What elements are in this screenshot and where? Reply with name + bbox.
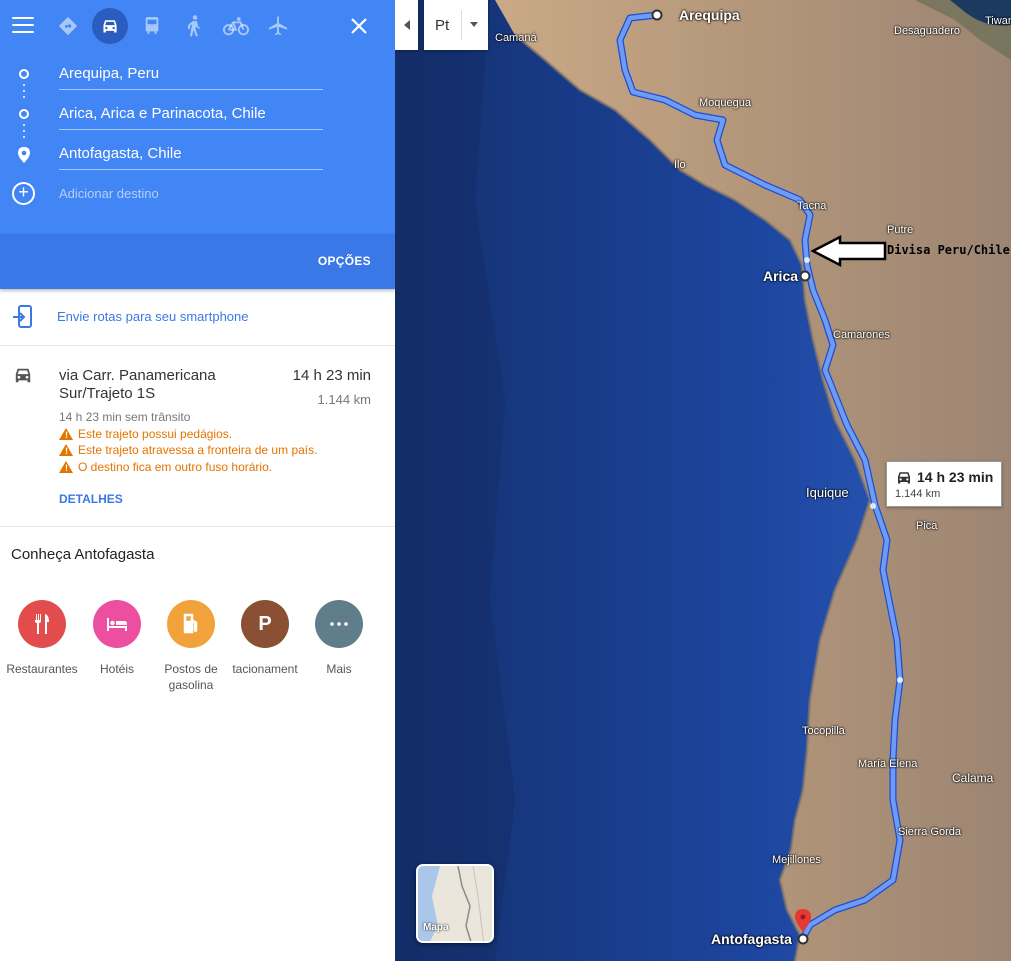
- explore-title: Conheça Antofagasta: [11, 546, 155, 563]
- place-ilo: Ilo: [674, 159, 686, 171]
- place-tacna: Tacna: [797, 200, 827, 212]
- destination-pin-icon: [17, 146, 31, 169]
- route-time: 14 h 23 min: [292, 367, 371, 384]
- chevron-left-icon: [403, 20, 410, 30]
- directions-header: Arequipa, Peru Arica, Arica e Parinacota…: [0, 0, 395, 234]
- route-badge[interactable]: 14 h 23 min 1.144 km: [886, 461, 1002, 507]
- flight-mode-icon[interactable]: [260, 10, 296, 42]
- car-mode-icon[interactable]: [92, 8, 128, 44]
- place-tiwanaku: Tiwan: [985, 15, 1011, 27]
- place-calama: Calama: [952, 771, 994, 785]
- timezone-warning: ! O destino fica em outro fuso horário.: [59, 459, 272, 475]
- origin-input[interactable]: Arequipa, Peru: [59, 64, 323, 90]
- category-more[interactable]: Mais: [299, 600, 379, 677]
- minimap-label: Mapa: [423, 922, 449, 933]
- directions-panel: Arequipa, Peru Arica, Arica e Parinacota…: [0, 0, 395, 961]
- waypoint-dot-icon: [19, 109, 29, 119]
- gas-station-icon: [167, 600, 215, 648]
- close-icon[interactable]: [347, 14, 371, 38]
- border-annotation: Divisa Peru/Chile: [887, 243, 1010, 257]
- map-canvas[interactable]: Pt Arequipa Camaná Desaguadero Tiwan Moq…: [395, 0, 1011, 961]
- place-moquegua: Moquegua: [699, 97, 751, 109]
- place-camana: Camaná: [495, 32, 537, 44]
- destination-input[interactable]: Antofagasta, Chile: [59, 144, 323, 170]
- place-pica: Pica: [916, 520, 938, 532]
- hotel-icon: [93, 600, 141, 648]
- place-arica: Arica: [763, 268, 799, 284]
- add-destination-input[interactable]: Adicionar destino: [59, 186, 159, 201]
- car-icon: [895, 470, 913, 490]
- route-no-traffic: 14 h 23 min sem trânsito: [59, 410, 191, 424]
- options-button[interactable]: OPÇÕES: [318, 254, 371, 268]
- category-restaurants[interactable]: Restaurantes: [2, 600, 82, 677]
- walking-mode-icon[interactable]: [176, 10, 212, 42]
- place-sierra-gorda: Sierra Gorda: [898, 826, 961, 838]
- send-to-phone-row[interactable]: Envie rotas para seu smartphone: [0, 289, 395, 346]
- origin-dot-icon: [19, 69, 29, 79]
- toll-warning: ! Este trajeto possui pedágios.: [59, 426, 232, 442]
- route-badge-time: 14 h 23 min: [917, 469, 994, 485]
- cycling-mode-icon[interactable]: [218, 10, 254, 42]
- category-hotels[interactable]: Hotéis: [77, 600, 157, 677]
- place-arequipa: Arequipa: [679, 7, 740, 23]
- parking-icon: P: [241, 600, 289, 648]
- waypoint-input[interactable]: Arica, Arica e Parinacota, Chile: [59, 104, 323, 130]
- collapse-panel-button[interactable]: [395, 0, 418, 50]
- warning-icon: !: [59, 428, 73, 440]
- route-badge-distance: 1.144 km: [895, 488, 941, 500]
- add-destination-icon[interactable]: +: [12, 182, 35, 205]
- options-bar: OPÇÕES: [0, 234, 395, 289]
- place-desaguadero: Desaguadero: [894, 25, 961, 37]
- language-button[interactable]: Pt: [424, 0, 488, 50]
- place-putre: Putre: [887, 224, 914, 236]
- category-gas-stations[interactable]: Postos de gasolina: [151, 600, 231, 693]
- connector-dots-icon: [23, 84, 25, 102]
- border-warning: ! Este trajeto atravessa a fronteira de u…: [59, 442, 317, 458]
- route-via: via Carr. Panamericana Sur/Trajeto 1S: [59, 367, 216, 402]
- place-maria-elena: María Elena: [858, 758, 918, 770]
- route-option[interactable]: via Carr. Panamericana Sur/Trajeto 1S 14…: [0, 346, 395, 527]
- send-to-phone-icon: [12, 305, 34, 334]
- car-icon: [12, 366, 34, 389]
- place-camarones: Camarones: [833, 329, 890, 341]
- details-button[interactable]: DETALHES: [59, 492, 123, 506]
- place-tocopilla: Tocopilla: [802, 725, 845, 737]
- caret-down-icon: [470, 22, 478, 27]
- place-antofagasta: Antofagasta: [711, 931, 792, 947]
- menu-icon[interactable]: [12, 17, 34, 33]
- route-distance: 1.144 km: [317, 392, 371, 407]
- category-parking[interactable]: P tacionament: [225, 600, 305, 677]
- transit-mode-icon[interactable]: [134, 10, 170, 42]
- warning-icon: !: [59, 461, 73, 473]
- best-route-mode-icon[interactable]: [50, 10, 86, 42]
- warning-icon: !: [59, 444, 73, 456]
- map-layer-toggle[interactable]: Mapa: [416, 864, 494, 943]
- place-mejillones: Mejillones: [772, 854, 821, 866]
- place-iquique: Iquique: [806, 485, 849, 500]
- more-icon: [315, 600, 363, 648]
- send-to-phone-link[interactable]: Envie rotas para seu smartphone: [57, 309, 249, 324]
- restaurant-icon: [18, 600, 66, 648]
- connector-dots-icon: [23, 124, 25, 142]
